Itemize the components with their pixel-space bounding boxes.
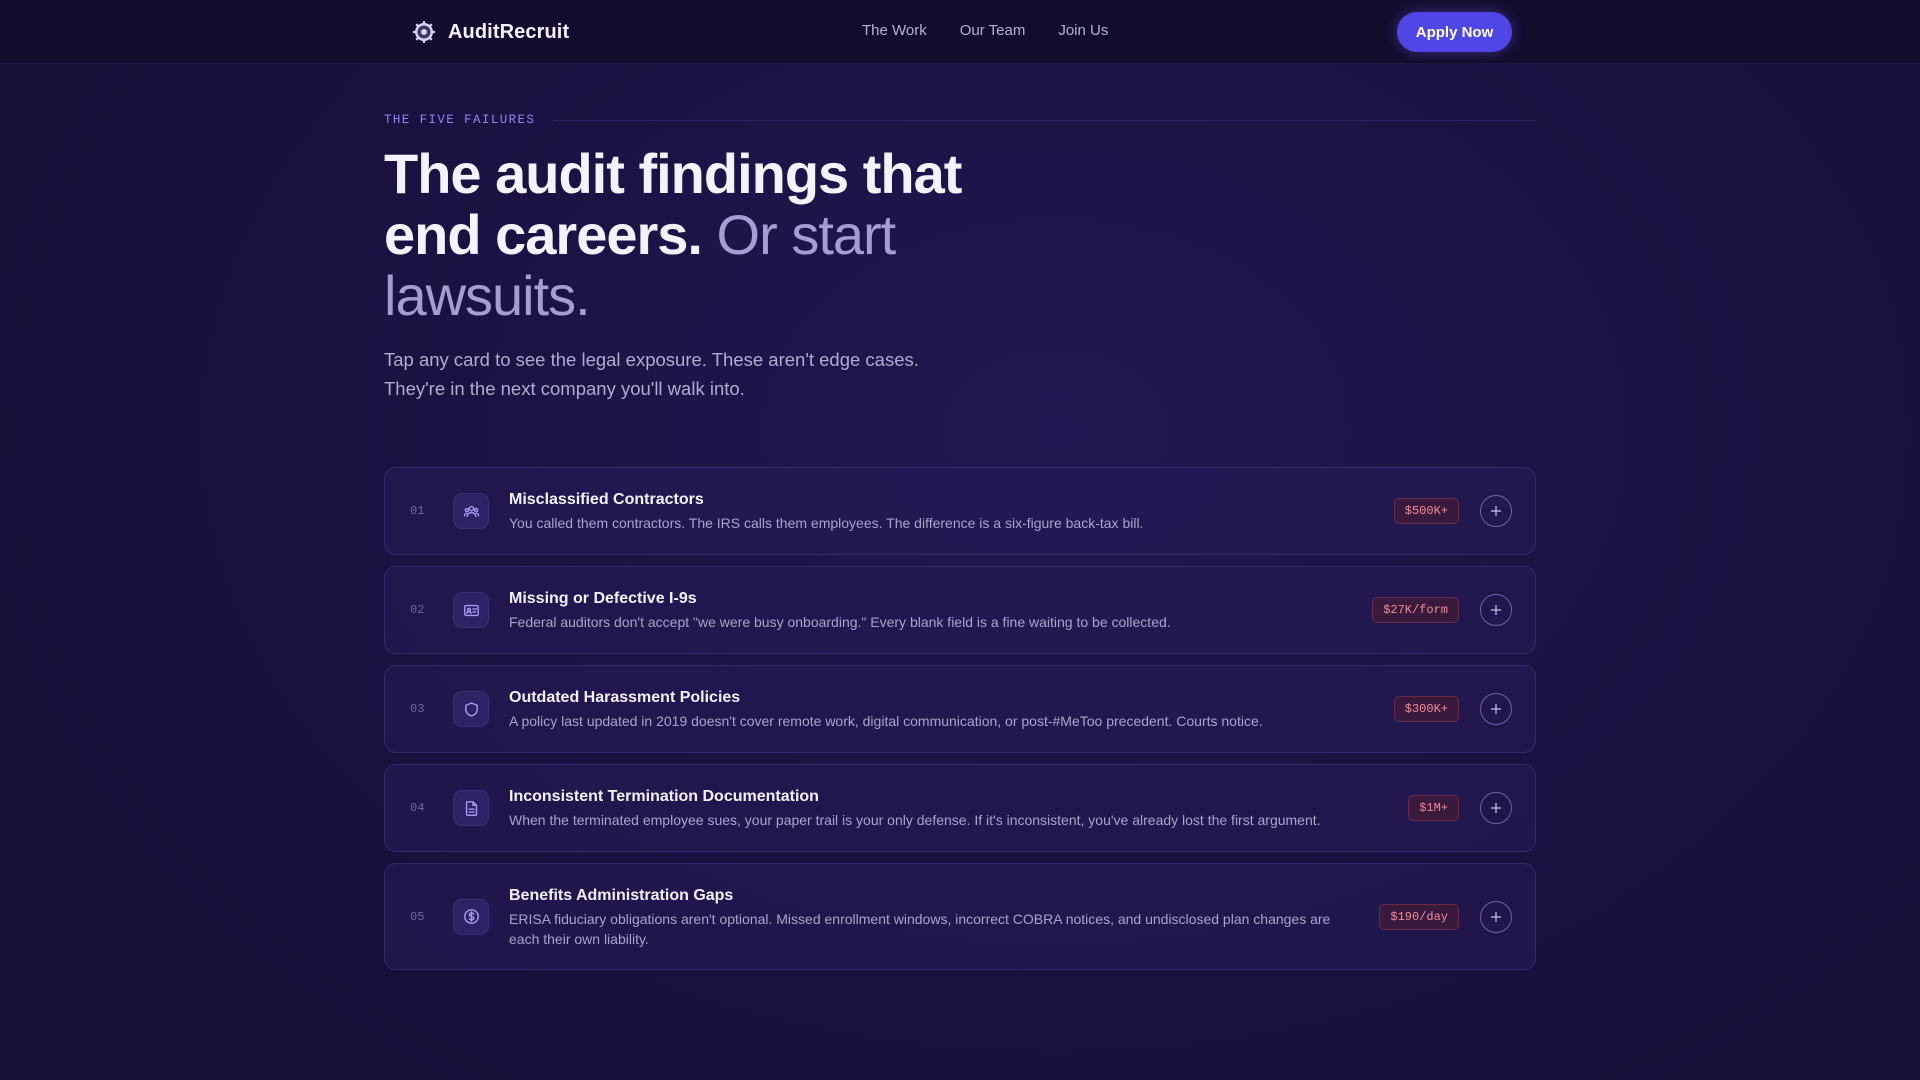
eyebrow-divider — [553, 119, 1536, 121]
intro-text: Tap any card to see the legal exposure. … — [384, 345, 944, 403]
card-number: 03 — [410, 702, 425, 716]
card-title: Benefits Administration Gaps — [509, 887, 734, 904]
nav-link-the-work[interactable]: The Work — [862, 22, 927, 39]
card-description: Federal auditors don't accept "we were b… — [509, 614, 1171, 630]
card-content: Missing or Defective I-9s Federal audito… — [509, 589, 1359, 632]
card-number: 01 — [410, 504, 425, 518]
expand-button[interactable] — [1480, 693, 1512, 725]
plus-icon — [1491, 704, 1501, 714]
expand-button[interactable] — [1480, 792, 1512, 824]
card-content: Inconsistent Termination Documentation W… — [509, 787, 1359, 830]
page-title: The audit findings that end careers. Or … — [384, 143, 1024, 326]
failure-card[interactable]: 03 Outdated Harassment Policies A policy… — [384, 665, 1536, 753]
seal-logo-icon — [413, 21, 435, 43]
card-description: When the terminated employee sues, your … — [509, 812, 1321, 828]
top-nav: AuditRecruit The Work Our Team Join Us A… — [0, 0, 1920, 64]
plus-icon — [1491, 803, 1501, 813]
dollar-circle-icon — [453, 898, 489, 935]
document-icon — [453, 790, 489, 826]
expand-button[interactable] — [1480, 495, 1512, 527]
card-number: 04 — [410, 801, 425, 815]
card-title: Inconsistent Termination Documentation — [509, 788, 819, 805]
card-description: You called them contractors. The IRS cal… — [509, 515, 1144, 531]
card-content: Outdated Harassment Policies A policy la… — [509, 688, 1359, 731]
card-title: Missing or Defective I-9s — [509, 590, 697, 607]
apply-now-button[interactable]: Apply Now — [1397, 12, 1512, 52]
failure-card-list: 01 Misclassified Contractors You called … — [384, 467, 1536, 981]
section-eyebrow: THE FIVE FAILURES — [384, 112, 1536, 128]
nav-links: The Work Our Team Join Us — [862, 22, 1108, 39]
exposure-badge: $500K+ — [1393, 498, 1459, 524]
failure-card[interactable]: 04 Inconsistent Termination Documentatio… — [384, 764, 1536, 852]
id-card-icon — [453, 592, 489, 628]
brand-logo[interactable]: AuditRecruit — [412, 20, 569, 44]
shield-icon — [453, 691, 489, 727]
card-title: Outdated Harassment Policies — [509, 689, 741, 706]
exposure-badge: $300K+ — [1393, 696, 1459, 722]
intro-line-1: Tap any card to see the legal exposure. … — [384, 349, 919, 370]
plus-icon — [1491, 506, 1501, 516]
card-description: A policy last updated in 2019 doesn't co… — [509, 713, 1263, 729]
exposure-badge: $1M+ — [1408, 795, 1459, 821]
card-content: Benefits Administration Gaps ERISA fiduc… — [509, 886, 1359, 949]
eyebrow-label: THE FIVE FAILURES — [384, 113, 536, 127]
failure-card[interactable]: 05 Benefits Administration Gaps ERISA fi… — [384, 863, 1536, 970]
nav-link-our-team[interactable]: Our Team — [960, 22, 1026, 39]
card-content: Misclassified Contractors You called the… — [509, 490, 1359, 533]
card-number: 02 — [410, 603, 425, 617]
plus-icon — [1491, 605, 1501, 615]
users-icon — [453, 493, 489, 529]
expand-button[interactable] — [1480, 900, 1512, 933]
plus-icon — [1491, 911, 1501, 922]
exposure-badge: $27K/form — [1372, 597, 1459, 623]
brand-name: AuditRecruit — [448, 20, 570, 43]
intro-line-2: They're in the next company you'll walk … — [384, 378, 745, 399]
exposure-badge: $190/day — [1379, 903, 1459, 930]
card-description: ERISA fiduciary obligations aren't optio… — [509, 911, 1331, 947]
failure-card[interactable]: 01 Misclassified Contractors You called … — [384, 467, 1536, 555]
expand-button[interactable] — [1480, 594, 1512, 626]
nav-link-join-us[interactable]: Join Us — [1058, 22, 1108, 39]
card-title: Misclassified Contractors — [509, 491, 704, 508]
card-number: 05 — [410, 909, 425, 924]
failure-card[interactable]: 02 Missing or Defective I-9s Federal aud… — [384, 566, 1536, 654]
